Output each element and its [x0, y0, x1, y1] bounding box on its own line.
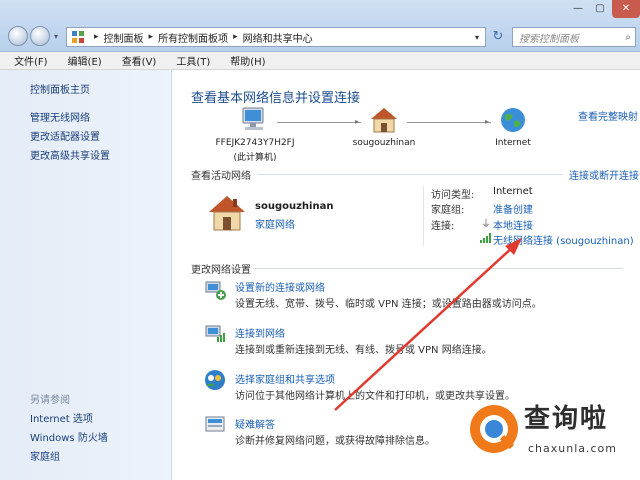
ethernet-icon: ⏚ [481, 219, 491, 230]
homegroup-icon[interactable] [203, 368, 227, 392]
breadcrumb-separator[interactable]: ▸ [233, 32, 238, 42]
access-type-value: Internet [493, 186, 533, 197]
connect-disconnect-link[interactable]: 连接或断开连接 [569, 167, 639, 182]
map-node-computer: FFEJK2743Y7H2FJ [215, 138, 295, 148]
home-network-large-icon [209, 196, 245, 231]
new-connection-icon[interactable] [203, 278, 227, 302]
watermark-url: chaxunla.com [528, 442, 617, 455]
sidebar-item-manage-wireless[interactable]: 管理无线网络 [30, 109, 90, 124]
setup-connection-link[interactable]: 设置新的连接或网络 [235, 279, 325, 294]
connect-network-icon[interactable] [203, 322, 227, 346]
sidebar-item-home[interactable]: 控制面板主页 [30, 81, 90, 96]
troubleshoot-desc: 诊断并修复网络问题，或获得故障排除信息。 [235, 436, 435, 447]
sidebar: 控制面板主页 管理无线网络 更改适配器设置 更改高级共享设置 另请参阅 Inte… [0, 70, 172, 480]
breadcrumb-control-panel[interactable]: 控制面板 [104, 30, 144, 45]
menu-view[interactable]: 查看(V) [108, 53, 163, 68]
close-icon[interactable]: ✕ [612, 0, 640, 18]
breadcrumb-network-center[interactable]: 网络和共享中心 [243, 30, 313, 45]
sidebar-item-firewall[interactable]: Windows 防火墙 [30, 429, 108, 444]
wireless-signal-icon [480, 233, 491, 243]
homegroup-options-link[interactable]: 选择家庭组和共享选项 [235, 371, 335, 386]
connect-to-network-desc: 连接到或重新连接到无线、有线、拨号或 VPN 网络连接。 [235, 345, 492, 356]
page-title: 查看基本网络信息并设置连接 [191, 91, 361, 106]
map-link-line [277, 122, 361, 123]
sidebar-item-homegroup[interactable]: 家庭组 [30, 448, 60, 463]
back-button[interactable] [8, 26, 28, 46]
homegroup-label: 家庭组: [431, 205, 465, 216]
home-network-icon [371, 108, 397, 133]
connect-to-network-link[interactable]: 连接到网络 [235, 325, 285, 340]
homegroup-value-link[interactable]: 准备创建 [493, 201, 533, 216]
menu-tools[interactable]: 工具(T) [162, 53, 216, 68]
local-connection-link[interactable]: 本地连接 [493, 217, 533, 232]
breadcrumb-all-items[interactable]: 所有控制面板项 [158, 30, 228, 45]
breadcrumb-separator: ▸ [94, 32, 99, 42]
menu-bar: 文件(F) 编辑(E) 查看(V) 工具(T) 帮助(H) [0, 52, 640, 70]
map-arrow-icon: ▸ [485, 117, 490, 126]
title-bar: ▾ ▸ 控制面板 ▸ 所有控制面板项 ▸ 网络和共享中心 ▾ ↻ 搜索控制面板 … [0, 0, 640, 52]
troubleshoot-link[interactable]: 疑难解答 [235, 416, 275, 431]
column-divider [423, 186, 424, 246]
menu-edit[interactable]: 编辑(E) [54, 53, 108, 68]
map-arrow-icon: ▸ [355, 117, 360, 126]
address-bar[interactable]: ▸ 控制面板 ▸ 所有控制面板项 ▸ 网络和共享中心 ▾ [66, 27, 486, 47]
section-divider [257, 174, 563, 175]
map-node-internet: Internet [495, 138, 531, 148]
active-networks-heading: 查看活动网络 [191, 171, 251, 182]
computer-icon [242, 107, 264, 130]
sidebar-item-internet-options[interactable]: Internet 选项 [30, 410, 93, 425]
maximize-icon[interactable]: ▢ [590, 0, 610, 18]
refresh-icon[interactable]: ↻ [490, 29, 506, 45]
search-placeholder: 搜索控制面板 [519, 33, 579, 45]
watermark-text: 查询啦 [524, 404, 609, 434]
search-input[interactable]: 搜索控制面板 ⌕ [512, 27, 636, 47]
change-settings-heading: 更改网络设置 [191, 265, 251, 276]
setup-connection-desc: 设置无线、宽带、拨号、临时或 VPN 连接；或设置路由器或访问点。 [235, 299, 542, 310]
map-node-computer-sub: (此计算机) [233, 153, 277, 163]
history-dropdown-icon[interactable]: ▾ [54, 32, 58, 41]
minimize-icon[interactable]: — [568, 0, 588, 18]
access-type-label: 访问类型: [431, 190, 475, 201]
map-node-network: sougouzhinan [352, 138, 416, 148]
active-network-name: sougouzhinan [255, 201, 334, 212]
section-divider [253, 268, 623, 269]
address-dropdown-icon[interactable]: ▾ [475, 33, 479, 42]
sidebar-item-advanced-sharing[interactable]: 更改高级共享设置 [30, 147, 110, 162]
forward-button[interactable] [30, 26, 50, 46]
view-full-map-link[interactable]: 查看完整映射 [578, 108, 638, 123]
sidebar-item-adapter-settings[interactable]: 更改适配器设置 [30, 128, 100, 143]
network-type-link[interactable]: 家庭网络 [255, 216, 295, 231]
wireless-connection-link[interactable]: 无线网络连接 (sougouzhinan) [493, 232, 634, 247]
search-icon[interactable]: ⌕ [625, 32, 631, 43]
see-also-heading: 另请参阅 [30, 395, 70, 406]
menu-file[interactable]: 文件(F) [0, 53, 54, 68]
internet-globe-icon [501, 108, 525, 132]
control-panel-icon [72, 31, 84, 43]
connections-label: 连接: [431, 221, 455, 232]
menu-help[interactable]: 帮助(H) [216, 53, 271, 68]
map-link-line [407, 122, 491, 123]
troubleshoot-icon[interactable] [203, 413, 227, 437]
breadcrumb-separator[interactable]: ▸ [149, 32, 154, 42]
